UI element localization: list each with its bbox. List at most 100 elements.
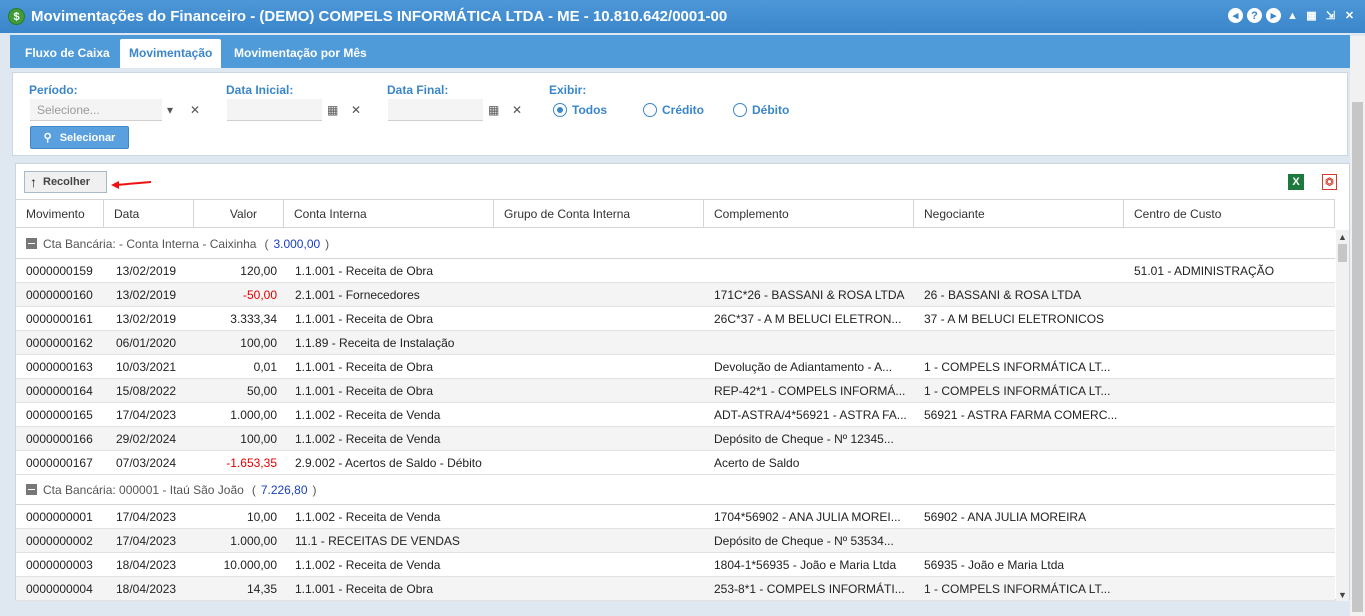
close-icon[interactable]: ✕	[1342, 8, 1357, 23]
table-row[interactable]: 0000000166 29/02/2024 100,00 1.1.002 - Rece…	[16, 427, 1335, 451]
cell-grupo	[504, 529, 704, 553]
table-row[interactable]: 0000000167 07/03/2024 -1.653,35 2.9.002 - A…	[16, 451, 1335, 475]
table-row[interactable]: 0000000001 17/04/2023 10,00 1.1.002 - Recei…	[16, 505, 1335, 529]
selecionar-button[interactable]: ⚲ Selecionar	[30, 126, 129, 149]
table-row[interactable]: 0000000161 13/02/2019 3.333,34 1.1.001 - Re…	[16, 307, 1335, 331]
back-icon[interactable]: ◂	[1228, 8, 1243, 23]
radio-debito[interactable]: Débito	[733, 103, 789, 117]
excel-export-icon[interactable]: X	[1288, 174, 1304, 190]
restore-icon[interactable]: ⇲	[1323, 8, 1338, 23]
scroll-up-icon[interactable]: ▲	[1336, 230, 1349, 243]
chevron-down-icon[interactable]: ▾	[167, 99, 173, 121]
col-complemento[interactable]: Complemento	[704, 200, 914, 227]
group-header[interactable]: Cta Bancária: - Conta Interna - Caixinha…	[16, 229, 1335, 259]
group-header[interactable]: Cta Bancária: 000001 - Itaú São João (7.2…	[16, 475, 1335, 505]
cell-data: 06/01/2020	[116, 336, 177, 350]
cell-cc	[1134, 505, 1329, 529]
cell-comp: Depósito de Cheque - Nº 12345...	[714, 432, 894, 446]
cell-data: 17/04/2023	[116, 534, 177, 548]
help-icon[interactable]: ?	[1247, 8, 1262, 23]
radio-checked-icon	[553, 103, 567, 117]
col-valor[interactable]: Valor	[194, 200, 284, 227]
radio-credito[interactable]: Crédito	[643, 103, 704, 117]
cell-neg: 26 - BASSANI & ROSA LTDA	[924, 288, 1082, 302]
tab-movimentacao[interactable]: Movimentação	[120, 39, 222, 68]
calendar-icon[interactable]: ▦	[327, 99, 338, 121]
table-row[interactable]: 0000000004 18/04/2023 14,35 1.1.001 - Recei…	[16, 577, 1335, 601]
group-paren-close: )	[312, 482, 317, 497]
cell-valor: 1.000,00	[230, 408, 277, 422]
tab-bar: Fluxo de Caixa Movimentação Movimentação…	[10, 35, 1350, 68]
table-row[interactable]: 0000000002 17/04/2023 1.000,00 11.1 - RECEI…	[16, 529, 1335, 553]
table-row[interactable]: 0000000163 10/03/2021 0,01 1.1.001 - Receit…	[16, 355, 1335, 379]
cell-grupo	[504, 553, 704, 577]
recolher-button[interactable]: ↑ Recolher	[24, 171, 107, 193]
cell-data: 17/04/2023	[116, 510, 177, 524]
table-row[interactable]: 0000000159 13/02/2019 120,00 1.1.001 - Rece…	[16, 259, 1335, 283]
cell-data: 18/04/2023	[116, 582, 177, 596]
col-grupo-conta-interna[interactable]: Grupo de Conta Interna	[494, 200, 704, 227]
calendar-icon[interactable]: ▦	[488, 99, 499, 121]
cell-mov: 0000000004	[26, 582, 93, 596]
title-toolbar: ◂ ? ▸ ▲ ▦ ⇲ ✕	[1228, 8, 1357, 23]
window-scroll-thumb[interactable]	[1352, 102, 1363, 612]
table-row[interactable]: 0000000164 15/08/2022 50,00 1.1.001 - Recei…	[16, 379, 1335, 403]
periodo-select[interactable]: Selecione...	[30, 99, 162, 121]
clear-data-inicial-icon[interactable]: ✕	[351, 99, 361, 121]
scroll-down-icon[interactable]: ▼	[1336, 588, 1349, 601]
table-row[interactable]: 0000000003 18/04/2023 10.000,00 1.1.002 - R…	[16, 553, 1335, 577]
radio-debito-label: Débito	[752, 103, 790, 117]
col-movimento[interactable]: Movimento	[16, 200, 104, 227]
search-icon: ⚲	[43, 132, 52, 144]
cell-neg	[924, 529, 1119, 553]
cell-data: 07/03/2024	[116, 456, 177, 470]
col-centro-de-custo[interactable]: Centro de Custo	[1124, 200, 1335, 227]
radio-todos[interactable]: Todos	[553, 103, 607, 117]
arrow-up-icon: ↑	[30, 174, 37, 190]
calendar-icon[interactable]: ▦	[1304, 8, 1319, 23]
cell-valor: 1.000,00	[230, 534, 277, 548]
data-final-label: Data Final:	[387, 83, 449, 97]
col-data[interactable]: Data	[104, 200, 194, 227]
cell-valor: 0,01	[253, 360, 277, 374]
table-row[interactable]: 0000000160 13/02/2019 -50,00 2.1.001 - Forn…	[16, 283, 1335, 307]
col-negociante[interactable]: Negociante	[914, 200, 1124, 227]
col-conta-interna[interactable]: Conta Interna	[284, 200, 494, 227]
cell-data: 18/04/2023	[116, 558, 177, 572]
group-paren-open: (	[251, 482, 256, 497]
cell-data: 17/04/2023	[116, 408, 177, 422]
cell-valor: 120,00	[240, 264, 277, 278]
collapse-group-icon[interactable]	[26, 484, 37, 495]
cell-comp: Depósito de Cheque - Nº 53534...	[714, 534, 894, 548]
user-icon[interactable]: ▲	[1285, 8, 1300, 23]
tab-movimentacao-por-mes[interactable]: Movimentação por Mês	[225, 39, 376, 68]
clear-data-final-icon[interactable]: ✕	[512, 99, 522, 121]
cell-comp	[714, 259, 909, 283]
tab-fluxo-de-caixa[interactable]: Fluxo de Caixa	[16, 39, 119, 68]
cell-neg: 1 - COMPELS INFORMÁTICA LT...	[924, 384, 1111, 398]
cell-data: 13/02/2019	[116, 288, 177, 302]
window-scrollbar[interactable]	[1350, 36, 1365, 616]
pdf-export-icon[interactable]: ⏣	[1322, 174, 1337, 190]
cell-data: 29/02/2024	[116, 432, 177, 446]
cell-valor: 100,00	[240, 336, 277, 350]
cell-neg	[924, 451, 1119, 475]
table-row[interactable]: 0000000165 17/04/2023 1.000,00 1.1.002 - Re…	[16, 403, 1335, 427]
table-row[interactable]: 0000000162 06/01/2020 100,00 1.1.89 - Recei…	[16, 331, 1335, 355]
group-total: 3.000,00	[273, 236, 321, 251]
collapse-group-icon[interactable]	[26, 238, 37, 249]
cell-mov: 0000000001	[26, 510, 93, 524]
dollar-app-icon: $	[8, 8, 25, 25]
scroll-thumb[interactable]	[1338, 244, 1347, 262]
play-icon[interactable]: ▸	[1266, 8, 1281, 23]
cell-conta: 11.1 - RECEITAS DE VENDAS	[295, 534, 460, 548]
cell-conta: 1.1.002 - Receita de Venda	[295, 432, 441, 446]
cell-neg	[924, 259, 1119, 283]
data-inicial-input[interactable]	[227, 99, 322, 121]
data-final-input[interactable]	[388, 99, 483, 121]
clear-periodo-icon[interactable]: ✕	[190, 99, 200, 121]
cell-data: 15/08/2022	[116, 384, 177, 398]
cell-grupo	[504, 355, 704, 379]
cell-grupo	[504, 259, 704, 283]
grid-scrollbar[interactable]: ▲ ▼	[1336, 230, 1349, 601]
